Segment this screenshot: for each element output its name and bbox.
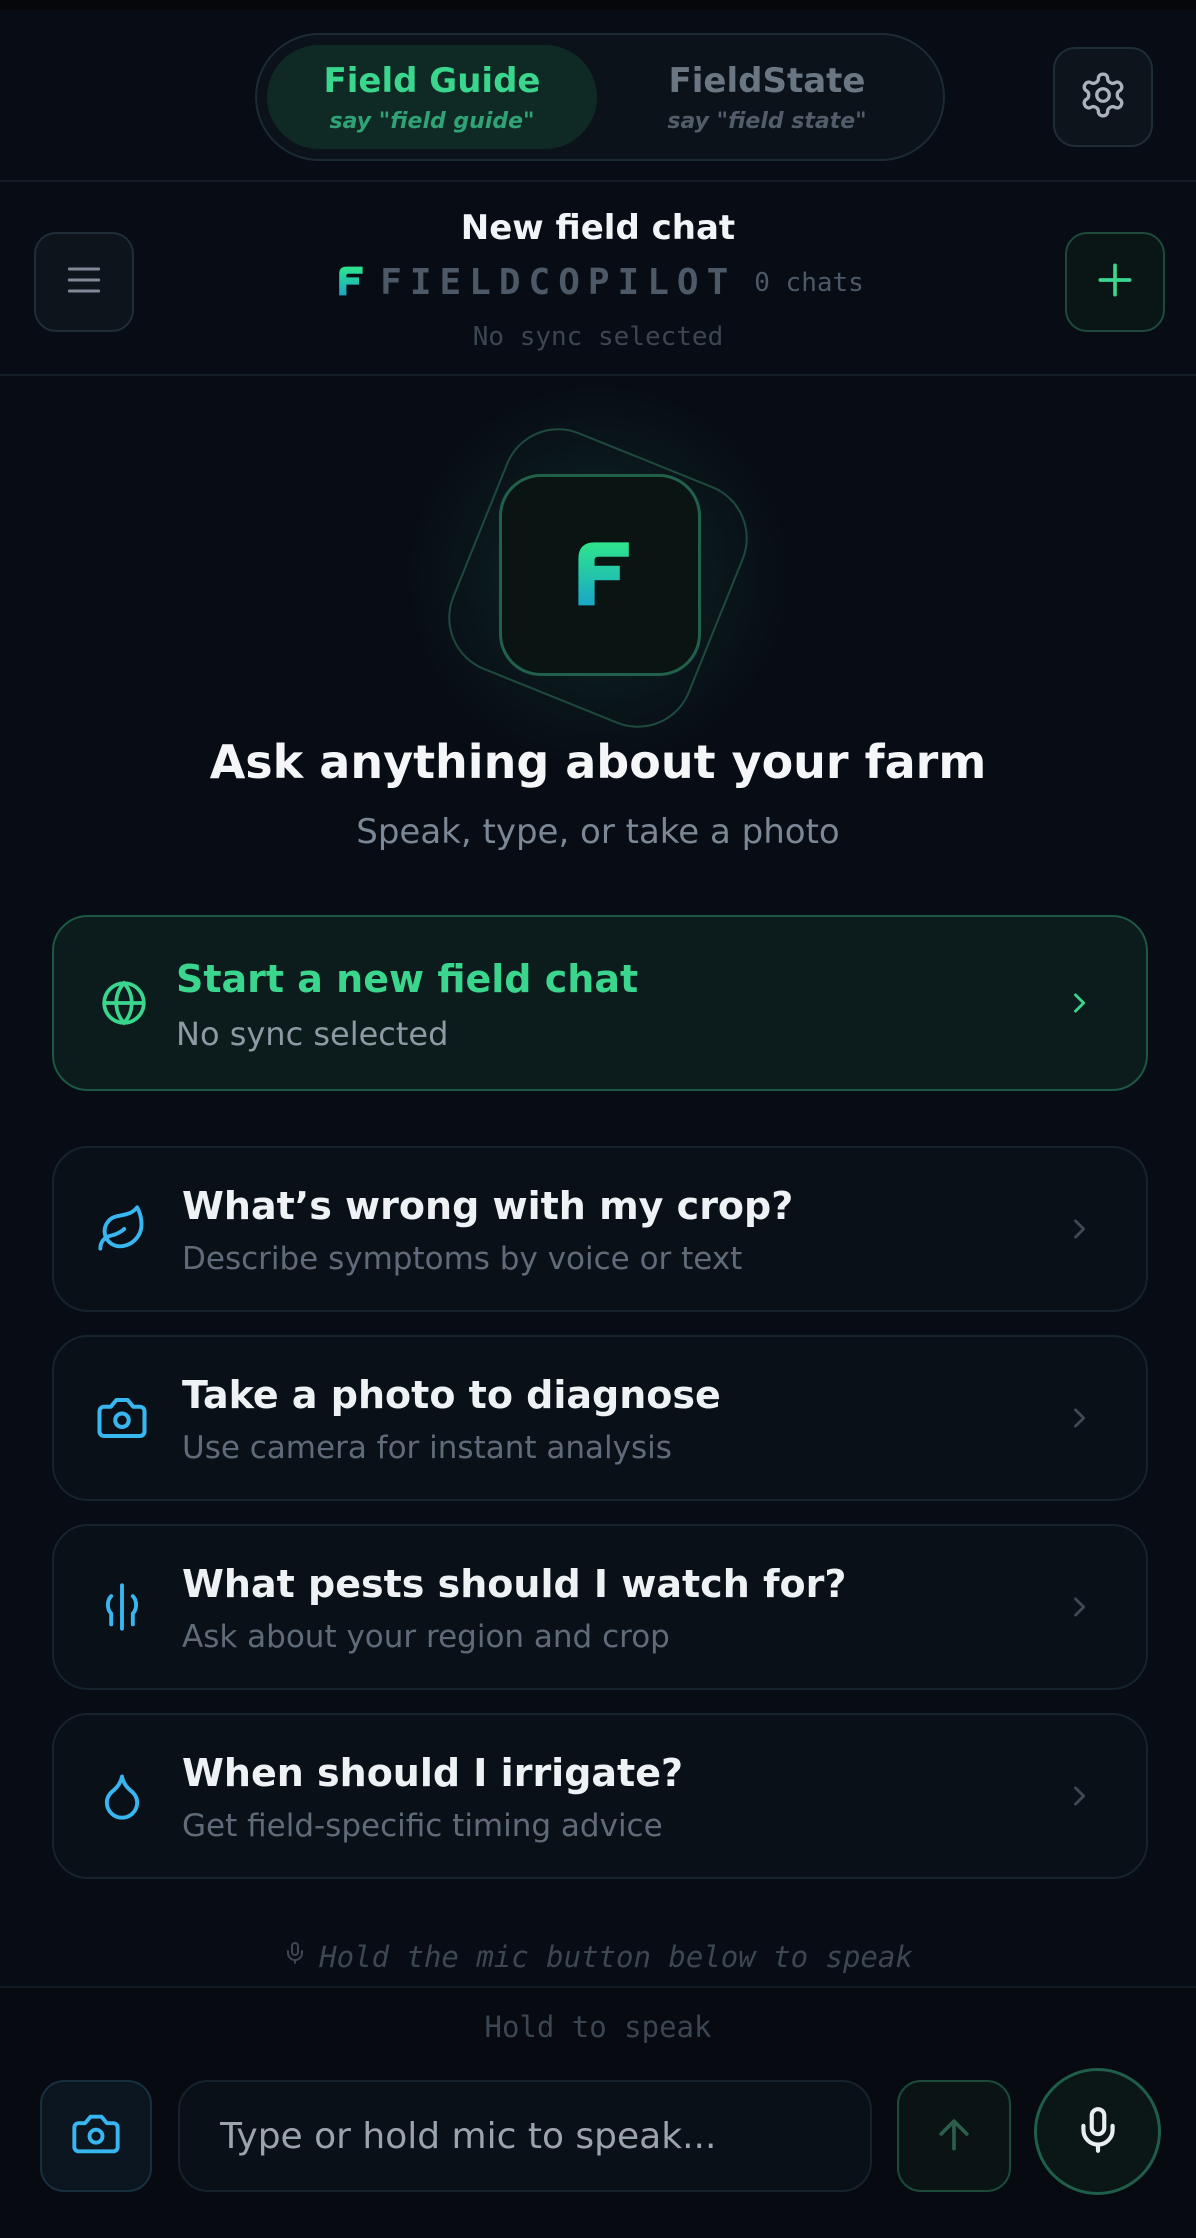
message-input[interactable] bbox=[178, 2080, 872, 2192]
camera-button[interactable] bbox=[40, 2080, 152, 2192]
send-button[interactable] bbox=[897, 2080, 1011, 2192]
tab-fieldstate-voice-hint: say "field state" bbox=[667, 109, 867, 134]
mic-icon bbox=[1073, 2103, 1123, 2161]
leaf-icon bbox=[94, 1201, 150, 1257]
start-new-chat-card[interactable]: Start a new field chat No sync selected bbox=[52, 915, 1148, 1091]
chat-title: New field chat bbox=[460, 208, 736, 248]
chevron-right-icon bbox=[1064, 988, 1094, 1018]
prompt-title: Take a photo to diagnose bbox=[182, 1373, 721, 1417]
fieldcopilot-logo-icon bbox=[564, 537, 636, 613]
prompt-card-pests[interactable]: What pests should I watch for? Ask about… bbox=[52, 1524, 1148, 1690]
mode-switch: Field Guide say "field guide" FieldState… bbox=[255, 33, 945, 161]
hero-subtitle: Speak, type, or take a photo bbox=[356, 812, 840, 852]
arrow-up-icon bbox=[932, 2112, 976, 2160]
mic-hint-text: Hold the mic button below to speak bbox=[319, 1939, 913, 1974]
mic-icon bbox=[283, 1938, 307, 1975]
prompt-subtitle: Ask about your region and crop bbox=[182, 1619, 670, 1655]
brand-row: FIELDCOPILOT 0 chats bbox=[0, 262, 1196, 303]
prompt-subtitle: Describe symptoms by voice or text bbox=[182, 1241, 743, 1277]
chevron-right-icon bbox=[1064, 1781, 1094, 1811]
prompt-title: What’s wrong with my crop? bbox=[182, 1184, 794, 1228]
new-chat-button[interactable] bbox=[1065, 232, 1165, 332]
camera-icon bbox=[94, 1390, 150, 1446]
camera-icon bbox=[70, 2108, 122, 2164]
sync-status: No sync selected bbox=[472, 322, 724, 352]
chevron-right-icon bbox=[1064, 1403, 1094, 1433]
status-strip bbox=[0, 0, 1196, 10]
plus-icon bbox=[1093, 258, 1137, 306]
droplet-icon bbox=[94, 1768, 150, 1824]
app-logo bbox=[499, 474, 701, 676]
header-divider-top bbox=[0, 180, 1196, 182]
prompt-card-photo[interactable]: Take a photo to diagnose Use camera for … bbox=[52, 1335, 1148, 1501]
fieldcopilot-logo-icon bbox=[332, 263, 368, 303]
gear-icon bbox=[1078, 70, 1128, 124]
tab-fieldstate[interactable]: FieldState say "field state" bbox=[602, 45, 932, 149]
tab-field-guide[interactable]: Field Guide say "field guide" bbox=[267, 45, 597, 149]
hold-to-speak-label: Hold to speak bbox=[484, 2010, 712, 2044]
tab-fieldstate-title: FieldState bbox=[668, 61, 866, 101]
tab-field-guide-voice-hint: say "field guide" bbox=[329, 109, 535, 134]
mic-button[interactable] bbox=[1034, 2068, 1161, 2195]
tab-field-guide-title: Field Guide bbox=[323, 61, 541, 101]
globe-icon bbox=[96, 975, 152, 1031]
chevron-right-icon bbox=[1064, 1592, 1094, 1622]
start-new-chat-title: Start a new field chat bbox=[176, 957, 639, 1001]
prompt-title: What pests should I watch for? bbox=[182, 1562, 847, 1606]
hero-title: Ask anything about your farm bbox=[209, 735, 987, 789]
prompt-subtitle: Get field-specific timing advice bbox=[182, 1808, 663, 1844]
settings-button[interactable] bbox=[1053, 47, 1153, 147]
prompt-subtitle: Use camera for instant analysis bbox=[182, 1430, 672, 1466]
prompt-title: When should I irrigate? bbox=[182, 1751, 684, 1795]
brand-name: FIELDCOPILOT bbox=[380, 262, 737, 303]
chevron-right-icon bbox=[1064, 1214, 1094, 1244]
wheat-icon bbox=[94, 1579, 150, 1635]
prompt-card-irrigate[interactable]: When should I irrigate? Get field-specif… bbox=[52, 1713, 1148, 1879]
mic-hint: Hold the mic button below to speak bbox=[0, 1938, 1196, 1975]
prompt-card-crop[interactable]: What’s wrong with my crop? Describe symp… bbox=[52, 1146, 1148, 1312]
chat-count: 0 chats bbox=[754, 267, 864, 298]
start-new-chat-subtitle: No sync selected bbox=[176, 1015, 449, 1053]
